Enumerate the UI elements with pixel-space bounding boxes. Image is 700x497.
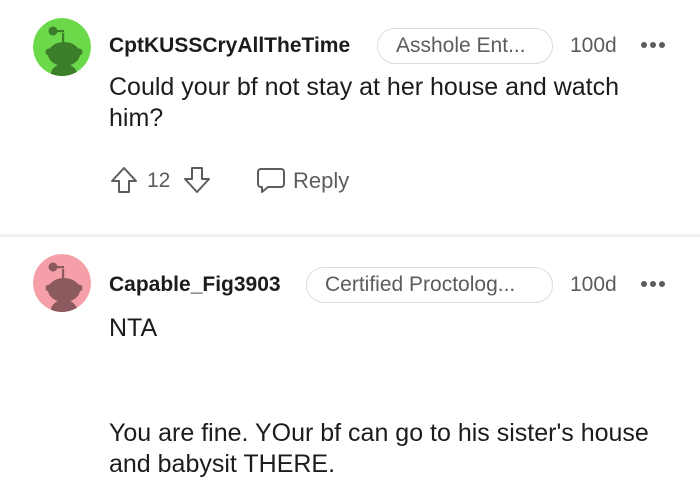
comment-body-line: NTA: [109, 314, 158, 342]
vote-count: 12: [147, 169, 171, 192]
user-avatar[interactable]: [33, 254, 91, 312]
comment-body-line: You are fine. YOur bf can go to his sist…: [109, 419, 649, 478]
vote-row: 12 Reply: [109, 163, 509, 197]
snoo-avatar-icon: [33, 18, 91, 76]
more-options-icon[interactable]: [640, 280, 666, 288]
user-flair: Asshole Ent...: [377, 28, 553, 64]
username[interactable]: CptKUSSCryAllTheTime: [109, 34, 350, 58]
reply-label: Reply: [293, 168, 350, 193]
upvote-icon[interactable]: [109, 165, 139, 195]
user-avatar[interactable]: [33, 18, 91, 76]
reply-button[interactable]: Reply: [255, 163, 365, 197]
comment-body: Could your bf not stay at her house and …: [109, 73, 620, 132]
comment: CptKUSSCryAllTheTime Asshole Ent... 100d…: [0, 0, 700, 236]
more-options-icon[interactable]: [640, 41, 666, 49]
reply-icon: [257, 168, 285, 193]
comment-age: 100d: [570, 273, 617, 296]
comment: Capable_Fig3903 Certified Proctolog... 1…: [0, 237, 700, 497]
user-flair: Certified Proctolog...: [306, 267, 553, 303]
username[interactable]: Capable_Fig3903: [109, 273, 281, 297]
snoo-avatar-icon: [33, 254, 91, 312]
downvote-icon[interactable]: [182, 165, 212, 195]
comment-age: 100d: [570, 34, 617, 57]
